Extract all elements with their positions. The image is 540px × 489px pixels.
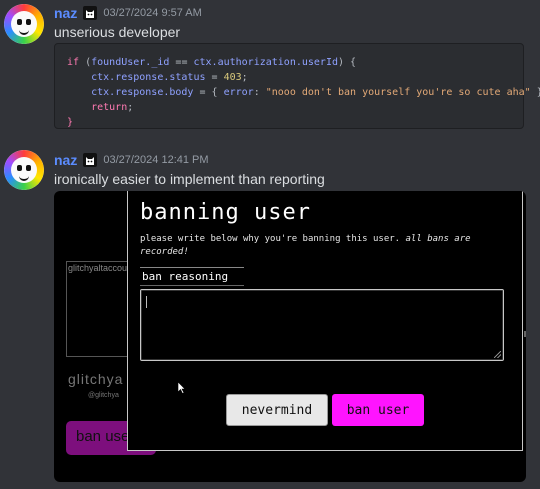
scroll-indicator (524, 331, 526, 337)
code-block: if (foundUser._id == ctx.authorization.u… (54, 43, 540, 129)
cat-badge-icon (83, 6, 98, 20)
screenshot-embed[interactable]: glitchyaltaccount profile picture glitch… (54, 191, 526, 482)
ban-user-dialog: banning user please write below why you'… (127, 191, 523, 451)
ban-user-button[interactable]: ban user (332, 394, 424, 426)
field-underline (140, 285, 244, 286)
username[interactable]: naz (54, 5, 77, 21)
message-text: unserious developer (54, 24, 181, 40)
profile-picture-alt: glitchyaltaccount profile picture (68, 263, 128, 273)
ban-reasoning-textarea[interactable] (140, 289, 504, 361)
timestamp: 03/27/2024 9:57 AM (103, 7, 202, 19)
dialog-title: banning user (140, 200, 311, 225)
resize-handle-icon[interactable] (494, 351, 501, 358)
dialog-description-text: please write below why you're banning th… (140, 234, 401, 244)
username[interactable]: naz (54, 152, 77, 168)
message-header: naz 03/27/2024 12:41 PM (54, 150, 209, 170)
code-line-4: return; (91, 102, 134, 113)
code-line-3: ctx.response.body = { error: "nooo don't… (91, 87, 540, 98)
avatar[interactable] (4, 4, 44, 44)
message-header: naz 03/27/2024 9:57 AM (54, 3, 202, 23)
mouse-cursor-icon (178, 382, 186, 394)
nevermind-button[interactable]: nevermind (226, 394, 328, 426)
background-handle: @glitchya (88, 392, 119, 399)
field-divider (140, 267, 244, 268)
code-line-5: } (67, 117, 74, 128)
message-1: naz 03/27/2024 9:57 AM unserious develop… (0, 0, 540, 135)
cat-badge-icon (83, 153, 98, 167)
message-text: ironically easier to implement than repo… (54, 171, 325, 187)
code-line-2: ctx.response.status = 403; (91, 72, 248, 83)
timestamp: 03/27/2024 12:41 PM (103, 154, 209, 166)
text-caret (146, 296, 147, 308)
code-line-1: if (foundUser._id == ctx.authorization.u… (67, 57, 357, 68)
profile-picture-image (66, 261, 130, 357)
avatar[interactable] (4, 150, 44, 190)
background-username: glitchya (68, 371, 124, 387)
ban-reasoning-label: ban reasoning (142, 270, 229, 283)
dialog-description: please write below why you're banning th… (140, 233, 500, 259)
